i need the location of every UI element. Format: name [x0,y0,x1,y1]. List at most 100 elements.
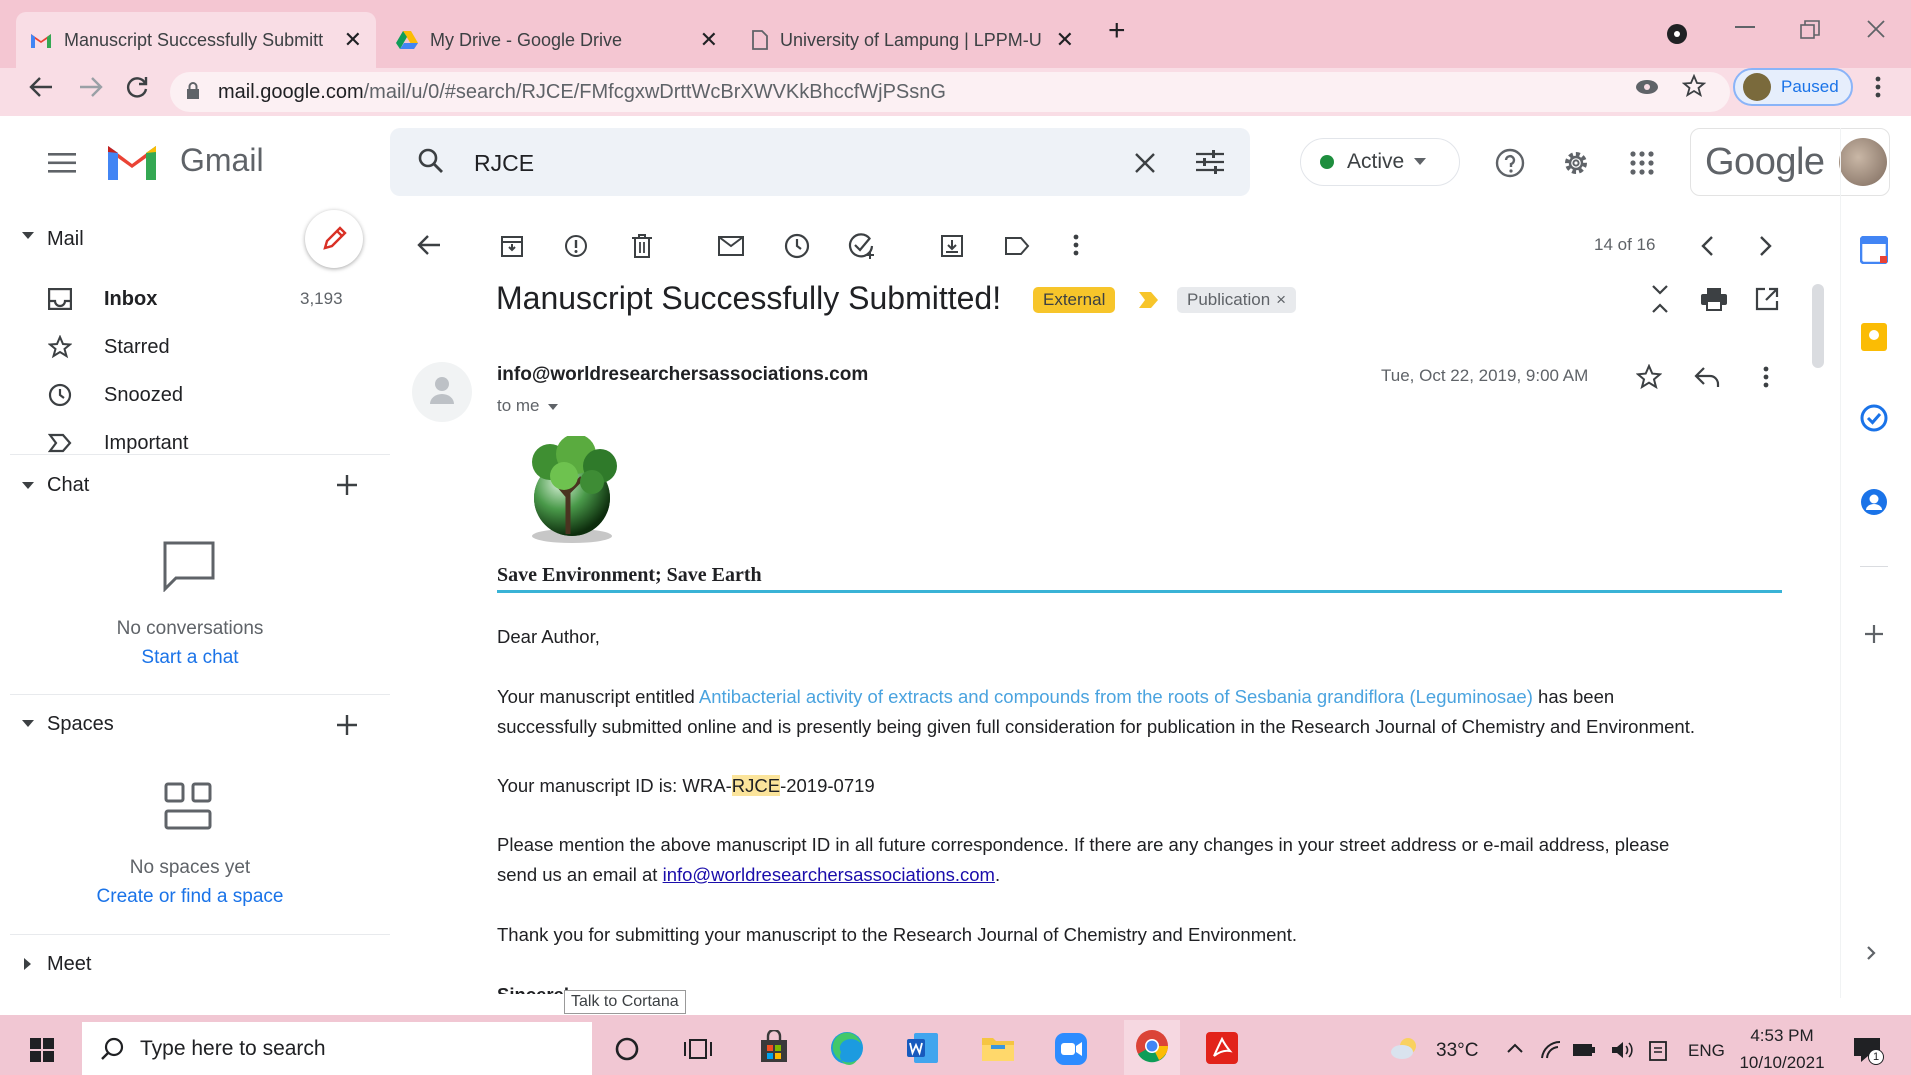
bookmark-star-icon[interactable] [1682,74,1706,98]
tab-search-icon[interactable] [1665,22,1689,46]
help-icon[interactable] [1495,148,1525,178]
status-dropdown[interactable]: Active [1300,138,1460,186]
restore-icon[interactable] [1800,20,1820,40]
new-tab-button[interactable]: + [1108,14,1126,48]
temperature[interactable]: 33°C [1436,1040,1478,1062]
chat-section-header[interactable]: Chat [47,474,89,497]
message-more-icon[interactable] [1763,366,1769,388]
get-addons-icon[interactable] [1864,624,1884,644]
manuscript-title-link[interactable]: Antibacterial activity of extracts and c… [699,686,1533,707]
collapse-mail-icon[interactable] [22,232,34,240]
forward-icon[interactable] [78,76,104,98]
sidebar-item-snoozed[interactable]: Snoozed [48,375,358,415]
more-actions-icon[interactable] [1073,234,1079,256]
reload-icon[interactable] [124,74,150,100]
tab-gmail[interactable]: Manuscript Successfully Submitt ✕ [16,12,376,68]
mail-section-header[interactable]: Mail [47,228,84,251]
windows-start-icon[interactable] [30,1038,54,1062]
close-tab-icon[interactable]: ✕ [700,27,718,53]
word-icon[interactable] [906,1031,940,1065]
show-side-panel-icon[interactable] [1866,945,1876,961]
task-view-icon[interactable] [684,1036,712,1062]
reply-icon[interactable] [1694,366,1720,388]
collapse-all-icon[interactable] [1648,284,1672,314]
collapse-spaces-icon[interactable] [22,720,34,728]
compose-button[interactable] [305,210,363,268]
notifications-icon[interactable]: 1 [1852,1036,1884,1065]
volume-icon[interactable] [1610,1040,1634,1060]
print-icon[interactable] [1700,287,1728,311]
importance-marker-icon[interactable] [1138,291,1160,309]
snooze-icon[interactable] [784,233,810,259]
browser-menu-icon[interactable] [1875,76,1881,98]
back-to-list-icon[interactable] [416,234,442,256]
sender-avatar[interactable] [412,362,472,422]
zoom-icon[interactable] [1054,1032,1088,1066]
create-space-link[interactable]: Create or find a space [0,886,380,908]
lock-icon[interactable] [186,82,200,100]
clock-time[interactable]: 4:53 PM [1740,1026,1824,1046]
google-account-box[interactable]: Google [1690,128,1890,196]
tab-drive[interactable]: My Drive - Google Drive ✕ [382,12,732,68]
tab-lampung[interactable]: University of Lampung | LPPM-U ✕ [738,12,1088,68]
settings-gear-icon[interactable] [1561,148,1591,178]
url-text[interactable]: mail.google.com/mail/u/0/#search/RJCE/FM… [218,76,946,108]
older-icon[interactable] [1759,235,1773,257]
sidebar-item-important[interactable]: Important [48,423,358,463]
report-spam-icon[interactable] [564,234,588,258]
acrobat-icon[interactable] [1205,1031,1239,1065]
minimize-icon[interactable] [1735,26,1755,30]
profile-paused-button[interactable]: Paused [1733,68,1853,106]
move-to-icon[interactable] [940,234,964,258]
back-icon[interactable] [28,76,54,98]
calendar-icon[interactable] [1860,236,1888,264]
remove-label-icon[interactable]: × [1276,290,1286,310]
search-input[interactable]: RJCE [474,150,534,177]
sender-email[interactable]: info@worldresearchersassociations.com [497,364,868,386]
spaces-section-header[interactable]: Spaces [47,713,114,736]
contacts-icon[interactable] [1860,488,1888,516]
sidebar-item-starred[interactable]: Starred [48,327,358,367]
edge-icon[interactable] [829,1030,865,1066]
keep-icon[interactable] [1860,322,1888,352]
cortana-icon[interactable] [614,1036,640,1062]
file-explorer-icon[interactable] [981,1034,1015,1062]
store-icon[interactable] [757,1030,791,1064]
gmail-logo-icon[interactable] [104,140,160,182]
search-options-icon[interactable] [1196,150,1224,174]
expand-meet-icon[interactable] [24,958,32,970]
clear-search-icon[interactable] [1134,152,1156,174]
delete-icon[interactable] [631,234,653,258]
archive-icon[interactable] [500,234,524,258]
tasks-icon[interactable] [1860,404,1888,432]
chevron-up-icon[interactable] [1506,1042,1524,1054]
eye-icon[interactable] [1635,78,1659,96]
search-icon[interactable] [418,148,444,174]
close-window-icon[interactable] [1866,19,1886,39]
apps-grid-icon[interactable] [1630,151,1654,175]
scrollbar-thumb[interactable] [1812,284,1824,368]
battery-icon[interactable] [1572,1042,1596,1058]
close-tab-icon[interactable]: ✕ [344,27,362,53]
clock-date[interactable]: 10/10/2021 [1732,1053,1832,1073]
language-indicator[interactable]: ENG [1688,1041,1725,1061]
mark-unread-icon[interactable] [718,236,744,256]
sidebar-item-inbox[interactable]: Inbox 3,193 [48,279,358,319]
start-chat-link[interactable]: Start a chat [0,647,380,669]
new-chat-icon[interactable] [336,474,358,496]
recipient-line[interactable]: to me [497,396,558,416]
main-menu-icon[interactable] [48,152,76,174]
tablet-mode-icon[interactable] [1648,1040,1668,1062]
taskbar-search-box[interactable]: Type here to search [82,1022,592,1075]
close-tab-icon[interactable]: ✕ [1056,27,1074,53]
open-new-window-icon[interactable] [1755,287,1779,311]
label-icon[interactable] [1004,236,1030,256]
label-chip-publication[interactable]: Publication × [1177,287,1297,313]
new-space-icon[interactable] [336,714,358,736]
weather-icon[interactable] [1390,1036,1420,1060]
chrome-taskbar-button[interactable] [1124,1020,1180,1075]
newer-icon[interactable] [1700,235,1714,257]
add-task-icon[interactable] [848,233,876,259]
meet-section-header[interactable]: Meet [47,953,91,976]
gmail-brand[interactable]: Gmail [180,142,264,179]
